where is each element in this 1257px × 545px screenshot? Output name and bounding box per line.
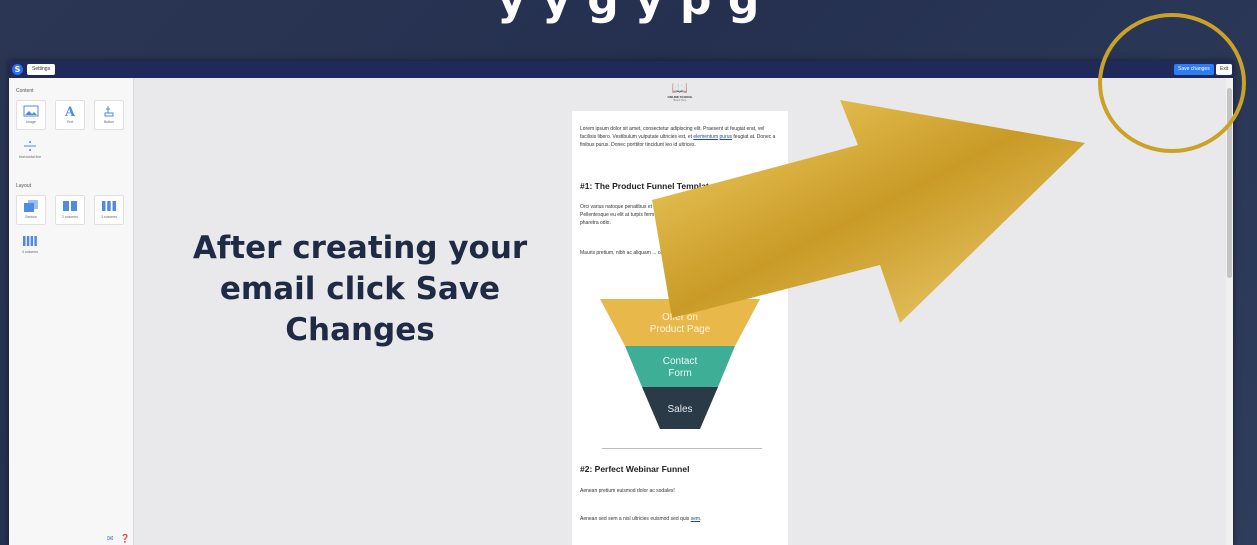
sidebar-footer: ✉ ❓ [107,534,130,543]
logo-subtitle: Brand Here [673,99,687,102]
layout-item-label: Section [25,215,37,219]
layout-item-label: 2 columns [62,215,78,219]
content-item-button[interactable]: Button [94,100,124,130]
para-2-link[interactable]: Vestibulum tincidunt a leo [670,212,727,218]
email-logo[interactable]: 📖 ONLINE SCHOOL Brand Here [662,82,698,102]
funnel-label-contact-2: Form [668,368,691,379]
layout-item-four-columns[interactable]: 4 columns [16,231,44,259]
paragraph-4[interactable]: Aenean pretium euismod dolor ac sodales! [580,487,778,495]
text-icon: A [64,105,76,117]
sidebar: Content Image A Text Button Horizontal l… [9,78,134,545]
layout-item-label: 4 columns [22,250,38,254]
intro-link-elementum[interactable]: elementum [693,134,718,140]
email-canvas: 📖 ONLINE SCHOOL Brand Here Lorem ipsum d… [572,78,788,545]
app-logo[interactable]: S [12,64,23,75]
content-item-image[interactable]: Image [16,100,46,130]
funnel-label-sales: Sales [667,404,692,415]
image-icon [23,105,39,117]
save-changes-button[interactable]: Save changes [1174,64,1214,75]
heading-webinar-funnel[interactable]: #2: Perfect Webinar Funnel [580,464,689,474]
funnel-label-contact-1: Contact [663,356,698,367]
intro-paragraph[interactable]: Lorem ipsum dolor sit amet, consectetur … [580,125,778,149]
paragraph-5[interactable]: Aenean sed sem a nisl ultricies euismod … [580,515,778,523]
layout-item-label: 3 columns [101,215,117,219]
paragraph-3[interactable]: Mauris pretium, nibh ac aliquam ... conv… [580,249,778,257]
top-bar: S Settings Save changes Exit [9,61,1233,78]
layout-item-three-columns[interactable]: 3 columns [94,195,124,225]
chat-icon[interactable]: ✉ [107,534,114,543]
email-body[interactable]: Lorem ipsum dolor sit amet, consectetur … [572,111,788,545]
horizontal-line-icon [24,141,36,151]
section-icon [24,200,38,212]
para-5-text: Aenean sed sem a nisl ultricies euismod … [580,516,691,522]
content-item-label: Button [103,120,115,124]
content-section-title: Content [16,88,34,94]
paragraph-2[interactable]: Orci varius natoque penatibus et magnis … [580,203,778,227]
settings-button[interactable]: Settings [27,64,56,75]
para-5-end: . [700,516,702,522]
intro-link-purus[interactable]: purus [720,134,733,140]
button-icon [104,106,114,117]
funnel-label-offer-1: Offer on [662,312,698,323]
content-item-text[interactable]: A Text [55,100,85,130]
funnel-label-offer-2: Product Page [650,324,711,335]
heading-product-funnel[interactable]: #1: The Product Funnel Template [580,181,714,191]
content-item-label: Horizontal line [18,155,42,159]
para-5-link[interactable]: sem [691,516,700,522]
help-icon[interactable]: ❓ [120,534,130,543]
content-item-label: Image [26,120,36,124]
vertical-scrollbar[interactable] [1226,78,1233,545]
scrollbar-thumb[interactable] [1227,88,1232,278]
four-columns-icon [23,236,37,246]
funnel-image[interactable]: Offer on Product Page Contact Form Sales [600,299,760,434]
svg-text:A: A [64,105,76,117]
layout-item-section[interactable]: Section [16,195,46,225]
page-headline: y y g y p g [0,0,1257,25]
two-columns-icon [63,201,77,211]
instruction-text: After creating your email click Save Cha… [192,230,528,348]
content-item-horizontal-line[interactable]: Horizontal line [16,136,44,164]
horizontal-divider[interactable] [602,448,762,449]
exit-button[interactable]: Exit [1216,64,1233,75]
book-icon: 📖 [671,81,689,96]
layout-item-two-columns[interactable]: 2 columns [55,195,85,225]
three-columns-icon [102,201,116,211]
content-item-label: Text [66,120,74,124]
layout-section-title: Layout [16,183,32,189]
